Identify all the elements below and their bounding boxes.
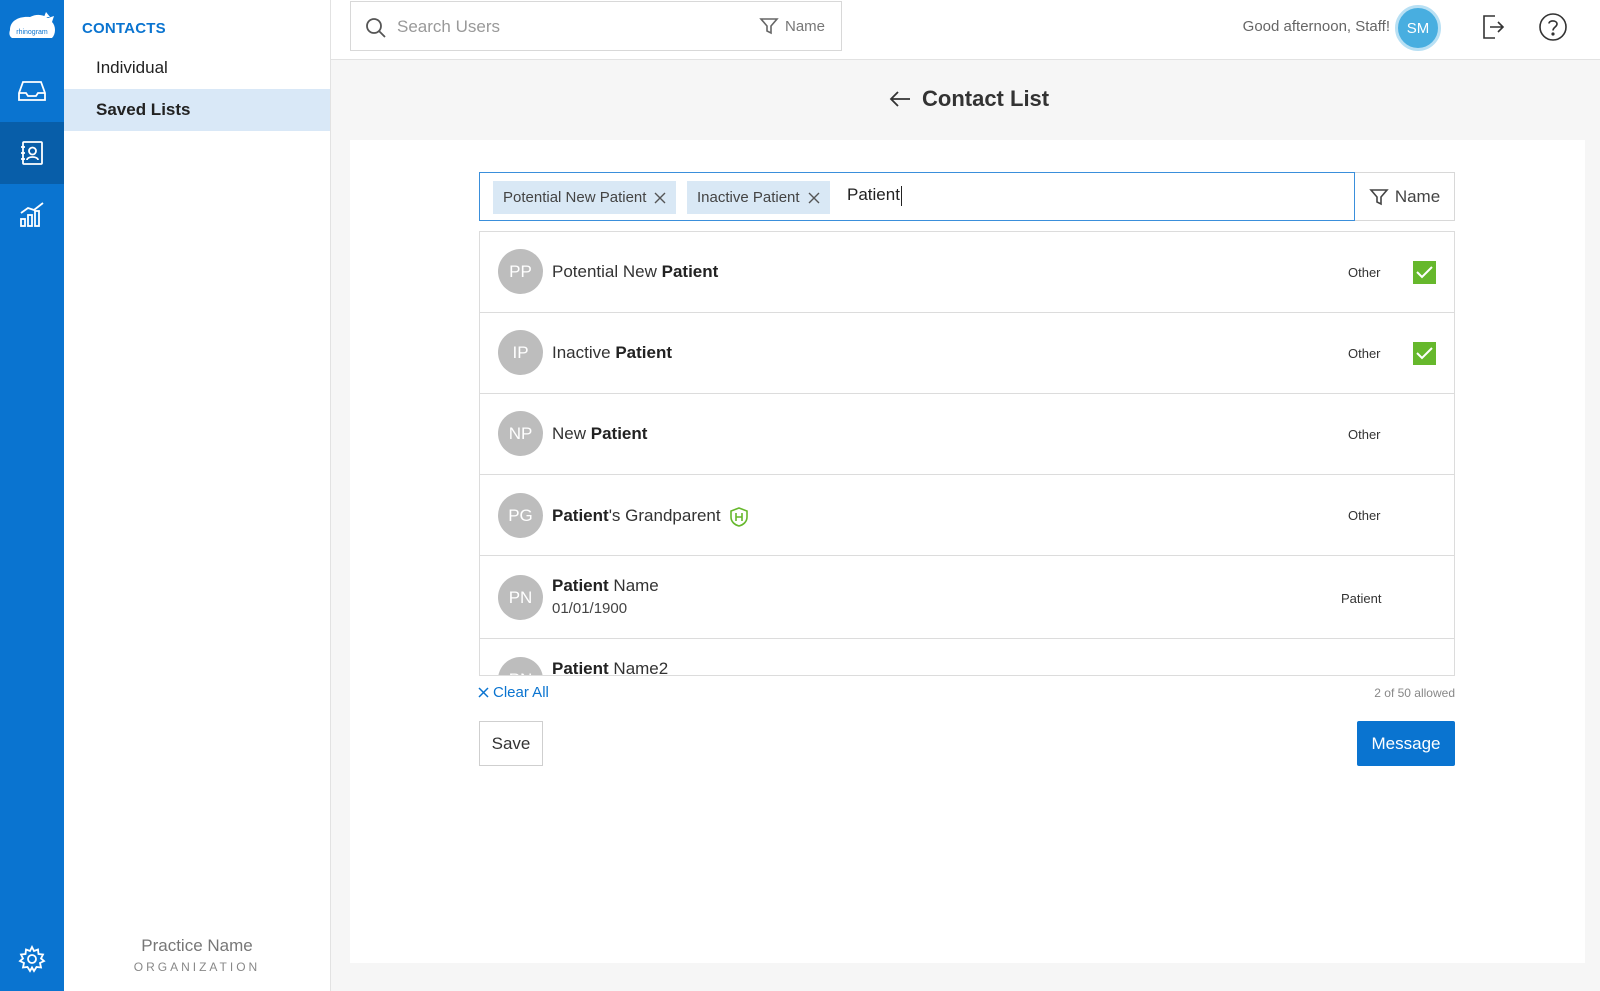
rhinogram-logo[interactable]: rhinogram	[6, 8, 58, 48]
close-icon[interactable]	[654, 192, 666, 204]
contact-name: Potential New Patient	[552, 262, 719, 281]
contact-type: Other	[1348, 265, 1381, 280]
contact-type: Other	[1348, 508, 1381, 523]
gear-icon	[18, 945, 46, 973]
user-search: Name	[350, 1, 842, 51]
search-users-input[interactable]	[397, 14, 697, 40]
contact-birthdate: 01/01/1900	[552, 600, 628, 617]
inbox-nav[interactable]	[0, 60, 64, 122]
clear-all-label: Clear All	[493, 684, 549, 701]
avatar: IP	[498, 330, 543, 375]
logout-button[interactable]	[1480, 12, 1506, 47]
list-item[interactable]: PP Potential New Patient Other	[480, 232, 1454, 313]
close-icon	[478, 687, 489, 698]
close-icon[interactable]	[808, 192, 820, 204]
list-item[interactable]: IP Inactive Patient Other	[480, 313, 1454, 394]
selection-count: 2 of 50 allowed	[1374, 686, 1455, 700]
search-icon	[366, 18, 386, 38]
organization-label: ORGANIZATION	[133, 960, 261, 974]
hipaa-shield-icon	[729, 506, 748, 527]
name-filter-label: Name	[1394, 186, 1441, 206]
contact-name: Patient Name2	[552, 659, 669, 676]
selected-checkbox[interactable]	[1413, 261, 1436, 284]
tag-query-text[interactable]: Patient	[847, 185, 902, 206]
avatar: PP	[498, 249, 543, 294]
sidebar-item-individual[interactable]: Individual	[64, 47, 330, 89]
message-button[interactable]: Message	[1357, 721, 1455, 766]
list-item[interactable]: NP New Patient Other	[480, 394, 1454, 475]
contact-name: New Patient	[552, 424, 648, 443]
help-icon	[1539, 13, 1567, 41]
filter-icon	[1369, 188, 1389, 205]
tag-label: Inactive Patient	[697, 189, 800, 206]
contacts-icon	[21, 141, 43, 165]
help-button[interactable]	[1538, 12, 1568, 47]
list-item[interactable]: PN Patient Name 01/01/1900 Patient	[480, 556, 1454, 639]
search-results-list[interactable]: PP Potential New Patient Other IP Inacti…	[479, 231, 1455, 676]
contacts-sidebar: CONTACTS Individual Saved Lists Practice…	[64, 0, 331, 991]
contact-name: Patient's Grandparent	[552, 506, 749, 527]
contact-tag-input[interactable]: Potential New Patient Inactive Patient P…	[479, 172, 1355, 221]
search-filter-button[interactable]: Name	[759, 16, 825, 36]
list-item[interactable]: PG Patient's Grandparent Other	[480, 475, 1454, 556]
check-icon	[1416, 266, 1433, 279]
icon-rail: rhinogram	[0, 0, 64, 991]
back-arrow-icon[interactable]	[888, 89, 912, 109]
contacts-nav[interactable]	[0, 122, 64, 184]
list-item[interactable]: PN Patient Name2	[480, 639, 1454, 676]
inbox-icon	[18, 81, 46, 101]
sidebar-item-saved-lists[interactable]: Saved Lists	[64, 89, 330, 131]
avatar: PN	[498, 657, 543, 675]
clear-all-button[interactable]: Clear All	[478, 684, 549, 701]
tag-query-value: Patient	[847, 185, 900, 204]
practice-name: Practice Name	[141, 936, 253, 955]
selected-tag: Potential New Patient	[493, 181, 677, 214]
contact-type: Patient	[1341, 591, 1382, 606]
greeting-text: Good afternoon, Staff!	[1242, 18, 1390, 35]
contact-type: Other	[1348, 346, 1381, 361]
contact-name: Patient Name	[552, 576, 659, 595]
settings-nav[interactable]	[0, 939, 64, 979]
contact-name: Inactive Patient	[552, 343, 672, 362]
page-header: Contact List	[888, 86, 1049, 112]
filter-icon	[759, 18, 779, 35]
avatar: PN	[498, 575, 543, 620]
search-filter-label: Name	[784, 17, 825, 35]
top-bar: Name Good afternoon, Staff! SM	[331, 0, 1600, 60]
contact-type: Other	[1348, 427, 1381, 442]
name-filter-button[interactable]: Name	[1355, 172, 1455, 221]
tag-label: Potential New Patient	[503, 189, 647, 206]
logo-text: rhinogram	[16, 29, 48, 36]
avatar: PG	[498, 493, 543, 538]
selected-tag: Inactive Patient	[687, 181, 830, 214]
analytics-nav[interactable]	[0, 184, 64, 246]
text-caret	[900, 185, 902, 206]
selected-checkbox[interactable]	[1413, 342, 1436, 365]
page-title: Contact List	[922, 86, 1050, 111]
save-button[interactable]: Save	[479, 721, 543, 766]
user-avatar[interactable]: SM	[1395, 5, 1441, 51]
sidebar-section-title: CONTACTS	[82, 20, 166, 37]
check-icon	[1416, 347, 1433, 360]
logout-icon	[1483, 15, 1505, 39]
analytics-icon	[20, 202, 44, 227]
avatar: NP	[498, 411, 543, 456]
